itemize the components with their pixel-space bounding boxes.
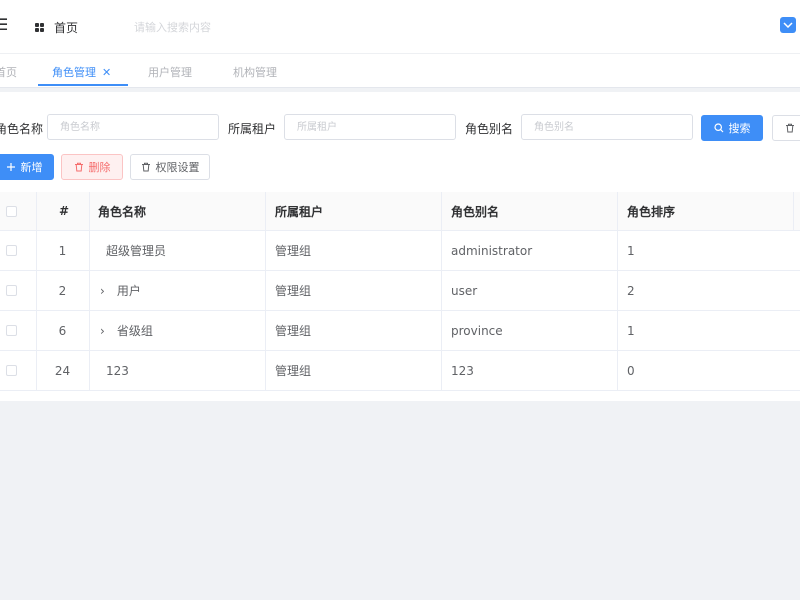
row-tenant: 管理组 [275, 244, 312, 258]
row-select-cell [6, 271, 17, 310]
table-row[interactable]: 6 › 省级组 管理组 province 1 [0, 311, 800, 351]
delete-button-label: 删除 [88, 161, 111, 174]
column-header-role-alias: 角色别名 [451, 204, 500, 219]
row-role-name: 省级组 [116, 324, 153, 338]
table-header-row: # 角色名称 所属租户 角色别名 角色排序 [0, 192, 800, 231]
row-checkbox[interactable] [6, 285, 17, 296]
row-role-sort: 0 [627, 363, 635, 378]
row-role-alias: province [451, 323, 503, 338]
permission-settings-button[interactable]: 权限设置 [130, 154, 210, 180]
row-tenant: 管理组 [275, 324, 312, 338]
add-button-label: 新增 [20, 161, 43, 174]
global-search-input[interactable] [132, 20, 316, 35]
chevron-down-icon [783, 22, 793, 28]
tab-role-management-label: 角色管理 [52, 66, 96, 79]
reset-button[interactable] [772, 115, 800, 141]
close-icon[interactable]: ✕ [102, 66, 111, 79]
row-checkbox[interactable] [6, 325, 17, 336]
add-button[interactable]: 新增 [0, 154, 54, 180]
chevron-right-icon[interactable]: › [100, 284, 105, 298]
grid-icon [35, 23, 44, 32]
search-icon [713, 123, 724, 133]
home-link[interactable]: 首页 [35, 19, 78, 36]
role-alias-label: 角色别名 [465, 122, 514, 136]
home-label: 首页 [54, 21, 79, 35]
column-header-tenant: 所属租户 [275, 204, 324, 219]
tab-user-management[interactable]: 用户管理 [148, 64, 192, 80]
table-row[interactable]: 1 超级管理员 管理组 administrator 1 [0, 231, 800, 271]
row-select-cell [6, 231, 17, 270]
search-button[interactable]: 搜索 [701, 115, 763, 141]
row-role-name: 123 [106, 363, 129, 378]
menu-toggle-icon[interactable]: ☰ [0, 15, 8, 34]
trash-icon [141, 162, 151, 172]
table-row[interactable]: 2 › 用户 管理组 user 2 [0, 271, 800, 311]
row-tenant: 管理组 [275, 284, 312, 298]
row-role-sort: 1 [627, 243, 635, 258]
row-role-sort: 2 [627, 283, 635, 298]
row-role-sort: 1 [627, 323, 635, 338]
table-row[interactable]: 24 123 管理组 123 0 [0, 351, 800, 391]
row-index: 24 [54, 363, 71, 378]
roles-table: # 角色名称 所属租户 角色别名 角色排序 1 超级管理员 管理组 admini… [0, 192, 800, 391]
row-role-name: 用户 [116, 284, 141, 298]
select-all-checkbox[interactable] [6, 205, 17, 217]
row-index: 6 [58, 323, 67, 338]
tenant-label: 所属租户 [228, 122, 277, 136]
delete-button[interactable]: 删除 [61, 154, 123, 180]
row-checkbox[interactable] [6, 245, 17, 256]
row-index: 2 [58, 283, 67, 298]
row-checkbox[interactable] [6, 365, 17, 376]
user-menu-button[interactable] [780, 17, 796, 33]
role-alias-input[interactable] [521, 114, 693, 140]
tab-role-management[interactable]: 角色管理 ✕ [52, 64, 111, 80]
trash-icon [74, 162, 84, 172]
search-button-label: 搜索 [728, 122, 751, 135]
select-all-cell [6, 192, 17, 230]
plus-icon [6, 162, 16, 172]
row-select-cell [6, 311, 17, 350]
permission-settings-label: 权限设置 [155, 161, 200, 174]
row-select-cell [6, 351, 17, 390]
trash-icon [785, 123, 795, 133]
row-role-name-cell: › 省级组 [100, 311, 153, 350]
row-tenant: 管理组 [275, 364, 312, 378]
column-header-index: # [59, 204, 70, 218]
role-name-input[interactable] [47, 114, 219, 140]
tenant-input[interactable] [284, 114, 456, 140]
top-header: ☰ 首页 [0, 0, 800, 54]
row-role-name: 超级管理员 [106, 244, 167, 258]
column-header-role-sort: 角色排序 [627, 204, 676, 219]
row-index: 1 [58, 243, 67, 258]
column-header-role-name: 角色名称 [98, 204, 147, 219]
tab-bar: 首页 角色管理 ✕ 用户管理 机构管理 [0, 54, 800, 88]
row-role-alias: 123 [451, 363, 474, 378]
main-card: 角色名称 所属租户 角色别名 搜索 新增 删除 权限设置 [0, 92, 800, 401]
row-role-name-cell: › 用户 [100, 271, 141, 310]
tab-home[interactable]: 首页 [0, 64, 17, 80]
tab-org-management[interactable]: 机构管理 [233, 64, 277, 80]
chevron-right-icon[interactable]: › [100, 324, 105, 338]
active-tab-indicator [38, 84, 128, 86]
row-role-alias: administrator [451, 243, 533, 258]
role-name-label: 角色名称 [0, 122, 44, 136]
row-role-alias: user [451, 283, 478, 298]
